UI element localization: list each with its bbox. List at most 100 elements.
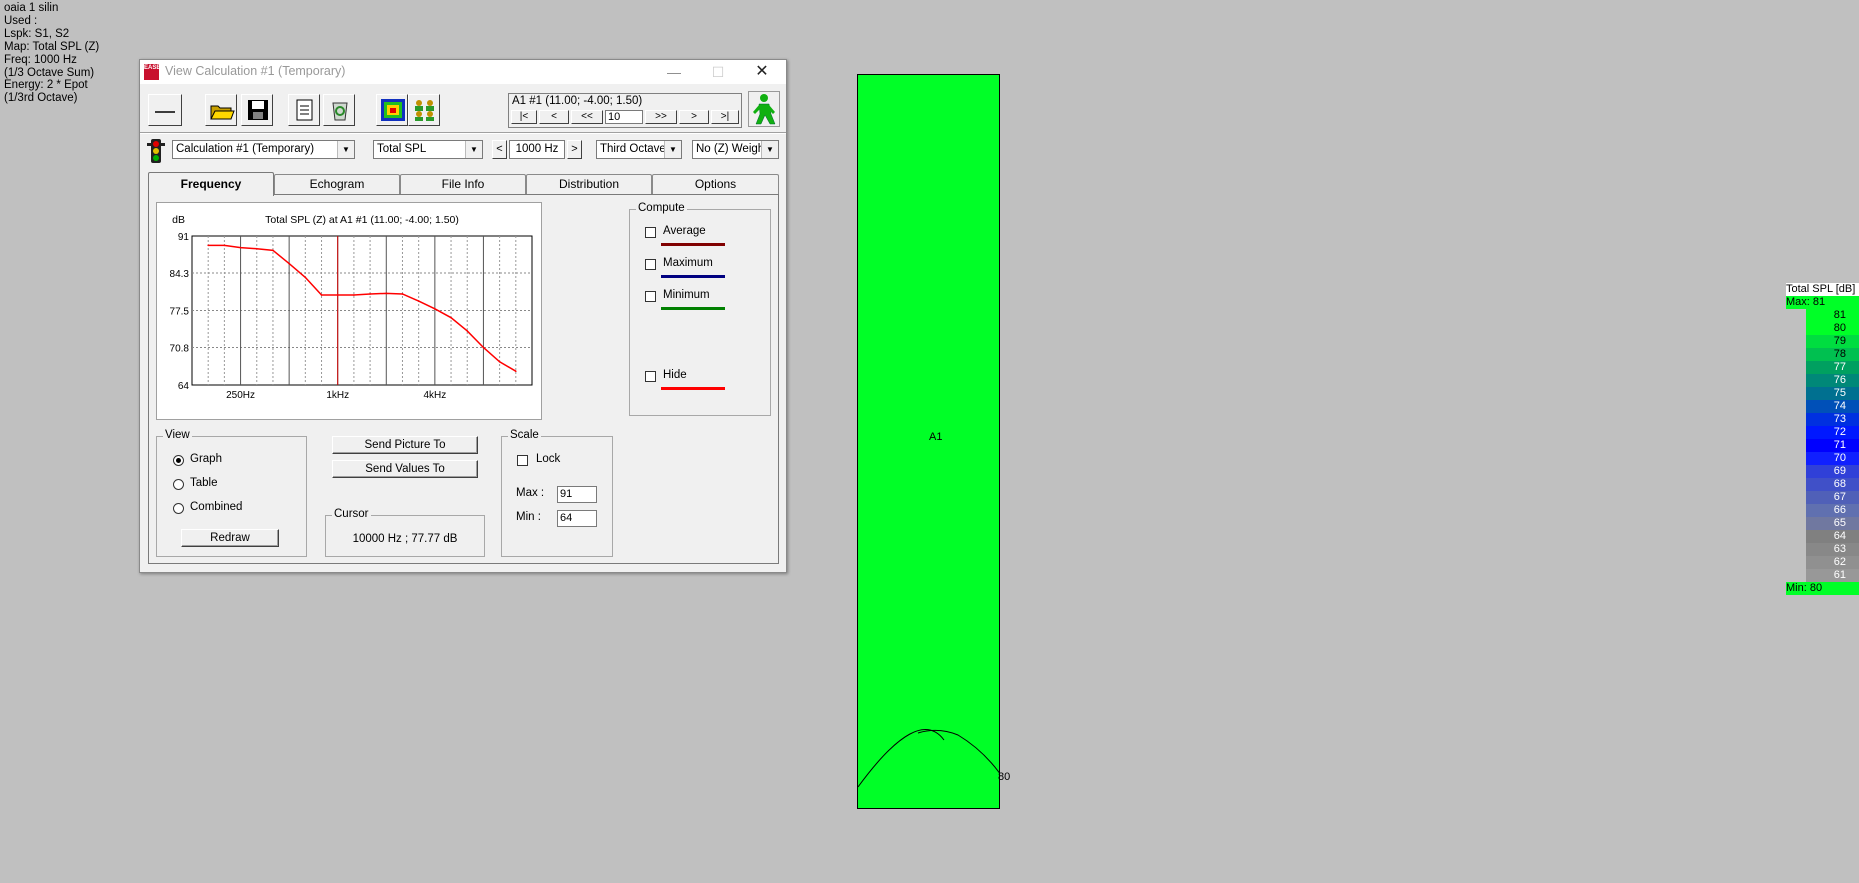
view-title: View xyxy=(163,429,192,441)
nav-next-step-button[interactable]: >> xyxy=(645,110,677,124)
walker-button[interactable] xyxy=(748,91,780,127)
quantity-select[interactable]: Total SPL ▼ xyxy=(373,140,483,159)
legend-row: 62 xyxy=(1806,556,1859,569)
traffic-light-icon[interactable] xyxy=(146,138,166,164)
recycle-bin-icon xyxy=(332,102,348,121)
legend-title: Total SPL [dB] xyxy=(1786,283,1859,296)
view-table-radio[interactable] xyxy=(173,479,184,490)
view-table-label: Table xyxy=(190,477,218,489)
nav-prev-button[interactable]: < xyxy=(539,110,569,124)
maximize-button[interactable]: ☐ xyxy=(696,60,740,84)
window-title: View Calculation #1 (Temporary) xyxy=(165,64,346,78)
data-point xyxy=(304,276,307,279)
walking-person-icon xyxy=(753,94,776,125)
x-tick-label: 250Hz xyxy=(226,390,255,401)
freq-prev-button[interactable]: < xyxy=(492,140,507,159)
notes-button[interactable] xyxy=(288,94,320,126)
redraw-button[interactable]: Redraw xyxy=(181,529,279,547)
legend-row: 81 xyxy=(1806,309,1859,322)
data-point xyxy=(466,330,469,332)
recycle-button[interactable] xyxy=(323,94,355,126)
y-tick-label: 77.5 xyxy=(170,307,190,318)
legend-row: 72 xyxy=(1806,426,1859,439)
data-point xyxy=(288,262,290,265)
cursor-value: 10000 Hz ; 77.77 dB xyxy=(352,533,458,545)
data-point xyxy=(320,294,323,296)
nav-step-input[interactable]: 10 xyxy=(605,110,643,124)
maximum-checkbox[interactable] xyxy=(645,259,656,270)
receiver-position-panel: A1 #1 (11.00; -4.00; 1.50) |< < << 10 >>… xyxy=(508,93,742,128)
y-tick-label: 84.3 xyxy=(170,269,190,280)
y-axis-label: dB xyxy=(172,214,185,226)
open-folder-button[interactable] xyxy=(205,94,237,126)
frequency-response-graph[interactable]: 91 84.3 77.5 70.8 64 250Hz 1kHz 4kHz Total SPL (… xyxy=(156,202,542,420)
audience-button[interactable] xyxy=(408,94,440,126)
x-tick-label: 1kHz xyxy=(326,390,349,401)
contour-value-label: 80 xyxy=(998,771,1011,783)
receiver-position-label: A1 #1 (11.00; -4.00; 1.50) xyxy=(512,95,643,107)
legend-row: 70 xyxy=(1806,452,1859,465)
data-point xyxy=(417,300,420,302)
area-label: A1 xyxy=(929,431,943,443)
lock-label: Lock xyxy=(536,453,561,465)
minimize-button[interactable]: — xyxy=(652,60,696,84)
color-map-icon xyxy=(381,99,405,121)
nav-prev-step-button[interactable]: << xyxy=(571,110,603,124)
room-mapping-button[interactable] xyxy=(376,94,408,126)
minus-button[interactable] xyxy=(148,94,182,126)
legend-row: 76 xyxy=(1806,374,1859,387)
legend-row: 65 xyxy=(1806,517,1859,530)
data-point xyxy=(401,293,404,295)
title-bar[interactable]: EASE View Calculation #1 (Temporary) — ☐… xyxy=(140,60,786,84)
view-graph-radio[interactable] xyxy=(173,455,184,466)
info-line: (1/3 Octave Sum) xyxy=(4,66,95,79)
lock-checkbox[interactable] xyxy=(517,455,528,466)
save-button[interactable] xyxy=(241,94,273,126)
send-values-button[interactable]: Send Values To xyxy=(332,460,478,478)
band-select[interactable]: Third Octave ▼ xyxy=(596,140,682,159)
scale-group: Scale Lock Max : 91 Min : 64 xyxy=(501,429,613,557)
x-tick-label: 4kHz xyxy=(423,390,446,401)
toolbar-separator xyxy=(140,132,786,134)
chevron-down-icon: ▼ xyxy=(337,141,354,158)
nav-first-button[interactable]: |< xyxy=(511,110,537,124)
nav-last-button[interactable]: >| xyxy=(711,110,739,124)
tab-distribution[interactable]: Distribution xyxy=(526,174,652,194)
frequency-field[interactable]: 1000 Hz xyxy=(509,140,565,159)
room-map-area[interactable]: A1 xyxy=(857,74,1000,809)
spl-contour-line-right xyxy=(917,729,999,774)
data-point xyxy=(450,316,452,319)
tab-options[interactable]: Options xyxy=(652,174,779,194)
scale-max-label: Max : xyxy=(516,487,545,499)
y-tick-label: 64 xyxy=(178,381,190,392)
legend-row: 69 xyxy=(1806,465,1859,478)
data-point xyxy=(353,294,355,296)
scale-max-input[interactable]: 91 xyxy=(557,486,597,503)
average-label: Average xyxy=(663,225,706,237)
view-graph-label: Graph xyxy=(190,453,222,465)
cursor-title: Cursor xyxy=(332,508,371,520)
scale-min-input[interactable]: 64 xyxy=(557,510,597,527)
tab-frequency[interactable]: Frequency xyxy=(148,172,274,196)
close-button[interactable]: ✕ xyxy=(740,60,784,84)
data-point xyxy=(255,247,258,250)
legend-row: 74 xyxy=(1806,400,1859,413)
legend-row: 73 xyxy=(1806,413,1859,426)
info-line: Energy: 2 * Epot xyxy=(4,79,88,92)
tab-echogram[interactable]: Echogram xyxy=(274,174,400,194)
tab-file-info[interactable]: File Info xyxy=(400,174,526,194)
nav-next-button[interactable]: > xyxy=(679,110,709,124)
view-combined-label: Combined xyxy=(190,501,243,513)
frequency-response-chart[interactable]: 91 84.3 77.5 70.8 64 250Hz 1kHz 4kHz Total SPL (… xyxy=(157,203,541,419)
weighting-select[interactable]: No (Z) Weigh ▼ xyxy=(692,140,779,159)
minimum-checkbox[interactable] xyxy=(645,291,656,302)
y-tick-label: 91 xyxy=(178,232,190,243)
data-point xyxy=(434,308,436,310)
hide-checkbox[interactable] xyxy=(645,371,656,382)
view-combined-radio[interactable] xyxy=(173,503,184,514)
minimum-color-swatch xyxy=(661,307,725,310)
average-checkbox[interactable] xyxy=(645,227,656,238)
freq-next-button[interactable]: > xyxy=(567,140,582,159)
send-picture-button[interactable]: Send Picture To xyxy=(332,436,478,454)
calculation-select[interactable]: Calculation #1 (Temporary) ▼ xyxy=(172,140,355,159)
